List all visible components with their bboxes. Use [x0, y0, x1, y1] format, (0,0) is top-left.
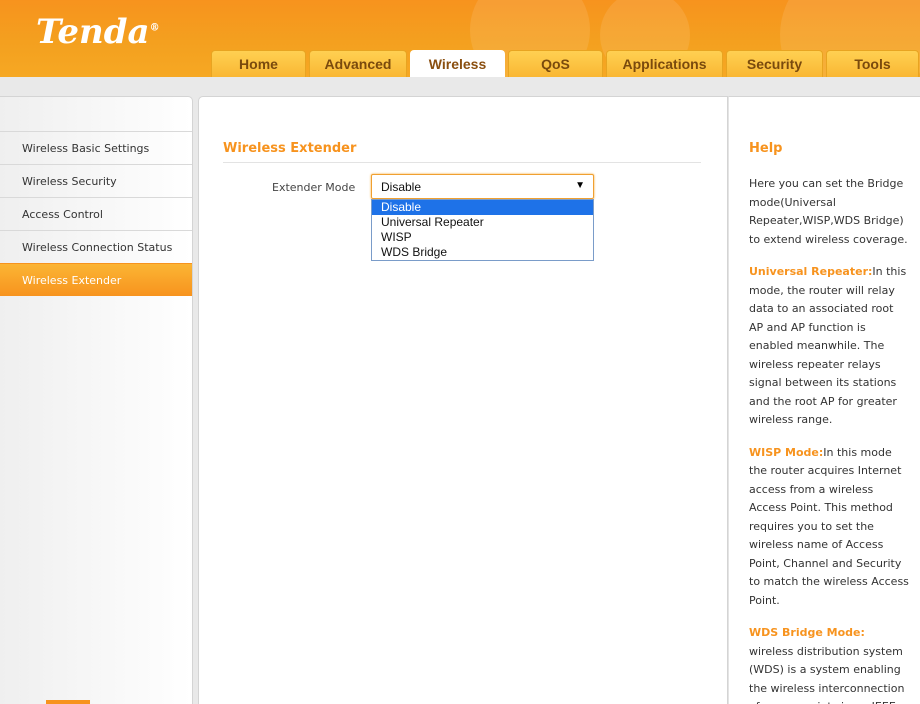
tab-wireless[interactable]: Wireless: [410, 50, 505, 77]
section-title: Wireless Extender: [223, 141, 357, 156]
sidebar-item-wireless-extender[interactable]: Wireless Extender: [0, 263, 192, 296]
logo-text: Tenda: [36, 12, 150, 52]
help-body: Here you can set the Bridge mode(Univers…: [749, 175, 909, 704]
option-disable[interactable]: Disable: [372, 200, 593, 215]
sidebar-item-access-control[interactable]: Access Control: [0, 197, 192, 230]
option-wisp[interactable]: WISP: [372, 230, 593, 245]
sidebar: Wireless Basic Settings Wireless Securit…: [0, 96, 193, 704]
tab-advanced[interactable]: Advanced: [309, 50, 407, 77]
extender-mode-dropdown-list: Disable Universal Repeater WISP WDS Brid…: [371, 199, 594, 261]
footer-accent: [46, 700, 90, 704]
help-text: In this mode, the router will relay data…: [749, 265, 907, 426]
extender-mode-value: Disable: [381, 179, 422, 194]
title-divider: [223, 162, 701, 163]
dropdown-caret-icon: ▼: [575, 180, 585, 191]
extender-mode-select[interactable]: Disable ▼: [371, 174, 594, 199]
tenda-logo[interactable]: Tenda®: [36, 12, 160, 52]
tab-security[interactable]: Security: [726, 50, 823, 77]
tab-applications[interactable]: Applications: [606, 50, 723, 77]
help-intro: Here you can set the Bridge mode(Univers…: [749, 177, 908, 246]
main-nav: Home Advanced Wireless QoS Applications …: [211, 50, 919, 77]
help-wisp: WISP Mode:In this mode the router acquir…: [749, 444, 909, 611]
tab-tools[interactable]: Tools: [826, 50, 919, 77]
header-banner: Tenda® Home Advanced Wireless QoS Applic…: [0, 0, 920, 77]
help-title: Help: [749, 141, 783, 156]
help-text: wireless distribution system (WDS) is a …: [749, 644, 905, 704]
help-universal-repeater: Universal Repeater:In this mode, the rou…: [749, 263, 909, 430]
help-text: In this mode the router acquires Interne…: [749, 445, 909, 607]
registered-mark: ®: [149, 22, 160, 34]
sidebar-item-wireless-connection-status[interactable]: Wireless Connection Status: [0, 230, 192, 263]
option-wds-bridge[interactable]: WDS Bridge: [372, 245, 593, 260]
sidebar-item-wireless-security[interactable]: Wireless Security: [0, 164, 192, 197]
help-panel: Help Here you can set the Bridge mode(Un…: [728, 96, 920, 704]
option-universal-repeater[interactable]: Universal Repeater: [372, 215, 593, 230]
tab-home[interactable]: Home: [211, 50, 306, 77]
help-wds-bridge: WDS Bridge Mode: wireless distribution sy…: [749, 624, 909, 704]
sidebar-item-wireless-basic-settings[interactable]: Wireless Basic Settings: [0, 131, 192, 164]
extender-mode-label: Extender Mode: [272, 181, 356, 194]
main-panel: Wireless Extender Extender Mode Disable …: [198, 96, 728, 704]
tab-qos[interactable]: QoS: [508, 50, 603, 77]
help-term: WDS Bridge Mode:: [749, 626, 865, 639]
help-term: WISP Mode:: [749, 445, 824, 459]
help-term: Universal Repeater:: [749, 265, 873, 278]
